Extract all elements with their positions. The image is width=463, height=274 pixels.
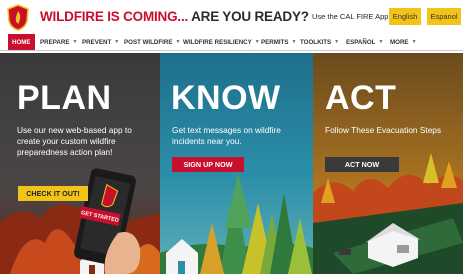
nav-item-label: HOME [12, 38, 31, 46]
nav-item-home[interactable]: HOME [8, 34, 35, 50]
site-header: WILDFIRE IS COMING... ARE YOU READY? Use… [0, 0, 463, 34]
nav-item-toolkits[interactable]: TOOLKITS ▼ [300, 34, 339, 50]
nav-item-label: POST WILDFIRE [124, 38, 173, 46]
chevron-down-icon: ▼ [334, 39, 340, 45]
chevron-down-icon: ▼ [254, 39, 260, 45]
nav-item-label: PREPARE [40, 38, 70, 46]
cal-fire-logo[interactable] [6, 4, 30, 31]
nav-item-label: TOOLKITS [300, 38, 332, 46]
plan-panel[interactable]: GET STARTED PLAN Use our new web-based a… [0, 53, 160, 274]
know-title: KNOW [171, 79, 281, 117]
sign-up-now-button[interactable]: SIGN UP NOW [172, 157, 244, 172]
headline-dark: ARE YOU READY? [188, 9, 309, 24]
know-description: Get text messages on wildfire incidents … [172, 125, 281, 146]
act-now-button[interactable]: ACT NOW [325, 157, 399, 172]
nav-item-post-wildfire[interactable]: POST WILDFIRE ▼ [124, 34, 180, 50]
nav-item-prepare[interactable]: PREPARE ▼ [40, 34, 77, 50]
act-title: ACT [325, 79, 397, 117]
act-description: Follow These Evacuation Steps [325, 125, 442, 135]
app-label: Use the CAL FIRE App: [312, 12, 391, 21]
hero-banner: GET STARTED PLAN Use our new web-based a… [0, 53, 463, 274]
chevron-down-icon: ▼ [378, 39, 384, 45]
chevron-down-icon: ▼ [72, 39, 78, 45]
car-icon [339, 249, 351, 255]
nav-item-label: ESPAÑOL [346, 38, 376, 46]
nav-item-wildfire-resiliency[interactable]: WILDFIRE RESILIENCY ▼ [183, 34, 260, 50]
check-it-out-button[interactable]: CHECK IT OUT! [18, 186, 88, 201]
nav-item-label: MORE [390, 38, 409, 46]
plan-title: PLAN [17, 79, 112, 117]
chevron-down-icon: ▼ [114, 39, 120, 45]
main-nav: HOME PREPARE ▼ PREVENT ▼ POST WILDFIRE ▼ WI… [0, 34, 463, 51]
know-panel[interactable]: KNOW Get text messages on wildfire incid… [160, 53, 313, 274]
chevron-down-icon: ▼ [291, 39, 297, 45]
chevron-down-icon: ▼ [175, 39, 181, 45]
act-panel[interactable]: ACT Follow These Evacuation Steps ACT NO… [313, 53, 463, 274]
nav-item-label: WILDFIRE RESILIENCY [183, 38, 252, 46]
plan-description: Use our new web-based app to create your… [17, 125, 132, 157]
english-button[interactable]: English [389, 8, 421, 25]
nav-item-more[interactable]: MORE ▼ [390, 34, 417, 50]
headline-red: WILDFIRE IS COMING... [40, 9, 189, 24]
nav-item-label: PERMITS [261, 38, 289, 46]
espanol-button[interactable]: Espanol [427, 8, 461, 25]
nav-item-label: PREVENT [82, 38, 112, 46]
site-headline: WILDFIRE IS COMING... ARE YOU READY? [40, 9, 309, 24]
nav-item-permits[interactable]: PERMITS ▼ [261, 34, 296, 50]
nav-item-espanol[interactable]: ESPAÑOL ▼ [346, 34, 383, 50]
nav-item-prevent[interactable]: PREVENT ▼ [82, 34, 119, 50]
chevron-down-icon: ▼ [411, 39, 417, 45]
house-icon [166, 239, 198, 274]
